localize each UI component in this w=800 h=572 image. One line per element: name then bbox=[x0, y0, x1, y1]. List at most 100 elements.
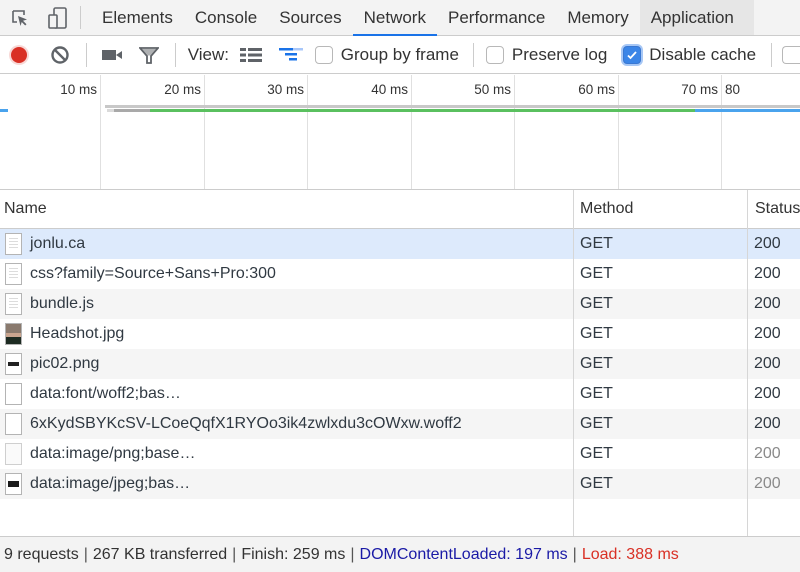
method-cell: GET bbox=[580, 385, 613, 402]
toolbar-divider bbox=[174, 42, 176, 67]
tab-network[interactable]: Network bbox=[352, 0, 438, 36]
tab-elements[interactable]: Elements bbox=[91, 0, 184, 35]
method-cell: GET bbox=[580, 415, 613, 432]
request-count: 9 requests bbox=[4, 545, 79, 563]
request-name: pic02.png bbox=[30, 355, 100, 372]
gridline bbox=[307, 75, 308, 189]
gridline bbox=[411, 75, 412, 189]
tab-memory[interactable]: Memory bbox=[556, 0, 639, 35]
gridline bbox=[514, 75, 515, 189]
status-cell: 200 bbox=[754, 445, 781, 462]
table-row[interactable]: css?family=Source+Sans+Pro:300 GET 200 bbox=[0, 259, 800, 289]
disable-cache-checkbox[interactable] bbox=[623, 45, 642, 64]
requests-table: Name Method Status jonlu.ca GET 200 css?… bbox=[0, 190, 800, 536]
name-cell: data:image/png;base… bbox=[0, 439, 573, 469]
view-label: View: bbox=[187, 44, 229, 64]
tick-label: 30 ms bbox=[267, 82, 304, 97]
filter-icon bbox=[138, 46, 159, 64]
status-cell: 200 bbox=[754, 325, 781, 342]
overview-bar-waiting bbox=[114, 109, 150, 112]
table-row[interactable]: bundle.js GET 200 bbox=[0, 289, 800, 319]
dom-content-loaded-time: DOMContentLoaded: 197 ms bbox=[359, 545, 568, 563]
network-summary-bar: 9 requests | 267 KB transferred | Finish… bbox=[0, 536, 800, 572]
name-cell: data:image/jpeg;bas… bbox=[0, 469, 573, 499]
summary-separator: | bbox=[350, 545, 355, 563]
toolbar-divider bbox=[85, 42, 87, 67]
clear-button[interactable] bbox=[38, 36, 82, 74]
tab-console[interactable]: Console bbox=[184, 0, 268, 35]
method-cell: GET bbox=[580, 355, 613, 372]
name-cell: pic02.png bbox=[0, 349, 573, 379]
device-toolbar-button[interactable] bbox=[40, 0, 76, 35]
tick-label: 10 ms bbox=[60, 82, 97, 97]
name-cell: data:font/woff2;bas… bbox=[0, 379, 573, 409]
waterfall-overview-toggle[interactable] bbox=[273, 36, 309, 74]
table-row[interactable]: 6xKydSBYKcSV-LCoeQqfX1RYOo3ik4zwlxdu3cOW… bbox=[0, 409, 800, 439]
name-cell: css?family=Source+Sans+Pro:300 bbox=[0, 259, 573, 289]
document-icon bbox=[5, 233, 22, 255]
group-by-frame-checkbox[interactable] bbox=[314, 45, 333, 64]
video-camera-icon bbox=[101, 49, 122, 60]
table-row[interactable]: data:image/jpeg;bas… GET 200 bbox=[0, 469, 800, 499]
preserve-log-checkbox[interactable] bbox=[485, 45, 504, 64]
image-thumbnail-icon bbox=[5, 353, 22, 375]
group-by-frame-label: Group by frame bbox=[340, 44, 459, 64]
offline-checkbox[interactable] bbox=[782, 45, 800, 64]
column-divider[interactable] bbox=[747, 190, 748, 536]
method-cell: GET bbox=[580, 265, 613, 282]
toolbar-divider bbox=[771, 42, 773, 67]
large-rows-toggle[interactable] bbox=[229, 36, 273, 74]
tab-application[interactable]: Application bbox=[639, 0, 754, 35]
tabbar-divider bbox=[80, 6, 81, 29]
waterfall-icon bbox=[278, 47, 303, 60]
tab-performance[interactable]: Performance bbox=[437, 0, 556, 35]
request-name: css?family=Source+Sans+Pro:300 bbox=[30, 265, 276, 282]
disable-cache-label: Disable cache bbox=[649, 44, 757, 64]
method-cell: GET bbox=[580, 295, 613, 312]
request-name: data:font/woff2;bas… bbox=[30, 385, 181, 402]
table-row[interactable]: data:font/woff2;bas… GET 200 bbox=[0, 379, 800, 409]
finish-time: Finish: 259 ms bbox=[241, 545, 346, 563]
table-row[interactable]: data:image/png;base… GET 200 bbox=[0, 439, 800, 469]
font-file-icon bbox=[5, 383, 22, 405]
table-row[interactable]: Headshot.jpg GET 200 bbox=[0, 319, 800, 349]
tab-sources[interactable]: Sources bbox=[268, 0, 352, 35]
gridline bbox=[100, 75, 101, 189]
script-icon bbox=[5, 293, 22, 315]
gridline bbox=[721, 75, 722, 189]
checkmark-icon bbox=[627, 50, 637, 59]
name-cell: jonlu.ca bbox=[0, 229, 573, 259]
status-cell: 200 bbox=[754, 415, 781, 432]
summary-separator: | bbox=[83, 545, 88, 563]
method-cell: GET bbox=[580, 235, 613, 252]
table-row[interactable]: pic02.png GET 200 bbox=[0, 349, 800, 379]
gridline bbox=[204, 75, 205, 189]
method-cell: GET bbox=[580, 325, 613, 342]
name-cell: Headshot.jpg bbox=[0, 319, 573, 349]
tick-label: 60 ms bbox=[578, 82, 615, 97]
column-header-status[interactable]: Status bbox=[751, 190, 800, 228]
column-header-method[interactable]: Method bbox=[576, 190, 746, 228]
request-name: bundle.js bbox=[30, 295, 95, 312]
name-cell: bundle.js bbox=[0, 289, 573, 319]
status-cell: 200 bbox=[754, 385, 781, 402]
image-thumbnail-icon bbox=[5, 443, 22, 465]
table-row[interactable]: jonlu.ca GET 200 bbox=[0, 229, 800, 259]
column-header-name[interactable]: Name bbox=[0, 190, 573, 228]
request-name: jonlu.ca bbox=[30, 235, 86, 252]
clear-icon bbox=[51, 45, 69, 64]
column-divider[interactable] bbox=[573, 190, 574, 536]
font-file-icon bbox=[5, 413, 22, 435]
request-name: data:image/jpeg;bas… bbox=[30, 475, 191, 492]
record-button[interactable] bbox=[0, 36, 38, 74]
status-cell: 200 bbox=[754, 295, 781, 312]
inspect-element-button[interactable] bbox=[0, 0, 40, 35]
summary-separator: | bbox=[232, 545, 237, 563]
device-toolbar-icon bbox=[48, 6, 67, 29]
request-name: 6xKydSBYKcSV-LCoeQqfX1RYOo3ik4zwlxdu3cOW… bbox=[30, 415, 462, 432]
capture-screenshots-button[interactable] bbox=[99, 36, 125, 74]
filter-button[interactable] bbox=[125, 36, 173, 74]
tick-label: 40 ms bbox=[371, 82, 408, 97]
network-overview-timeline[interactable]: 10 ms 20 ms 30 ms 40 ms 50 ms 60 ms 70 m… bbox=[0, 75, 800, 190]
devtools-tab-bar: Elements Console Sources Network Perform… bbox=[0, 0, 800, 36]
